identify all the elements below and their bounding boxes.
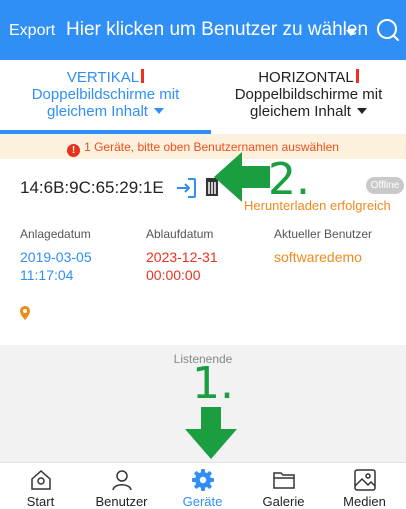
login-icon[interactable]	[174, 176, 198, 200]
tab-subtitle: Doppelbildschirme mit	[234, 86, 383, 103]
device-card[interactable]: 14:6B:9C:65:29:1E Offline Herunterladen …	[0, 159, 406, 345]
location-pin-icon[interactable]	[20, 306, 30, 320]
created-date-value: 2019-03-05 11:17:04	[20, 248, 92, 284]
gear-icon	[192, 469, 214, 491]
user-text: softwaredemo	[274, 249, 362, 265]
status-badge: Offline	[366, 177, 404, 194]
tab-title: VERTIKAL	[66, 69, 140, 86]
tab-horizontal[interactable]: HORIZONTAL Doppelbildschirme mit gleiche…	[211, 60, 406, 134]
nav-label: Geräte	[182, 494, 223, 509]
red-marker	[141, 69, 145, 83]
red-marker	[355, 69, 359, 83]
tab-vertical[interactable]: VERTIKAL Doppelbildschirme mit gleichem …	[0, 60, 211, 134]
arrow-left-icon	[214, 152, 270, 202]
expiry-date-label: Ablaufdatum	[146, 227, 214, 241]
tab-title: HORIZONTAL	[258, 69, 354, 86]
nav-label: Benutzer	[95, 494, 148, 509]
nav-start[interactable]: Start	[0, 463, 81, 509]
chevron-down-icon[interactable]	[346, 30, 356, 36]
time-text: 00:00:00	[146, 267, 201, 283]
tab-subtitle: gleichem Inhalt	[47, 103, 148, 120]
nav-benutzer[interactable]: Benutzer	[81, 463, 162, 509]
tab-subtitle: Doppelbildschirme mit	[31, 86, 180, 103]
nav-label: Galerie	[262, 494, 305, 509]
user-select-dropdown[interactable]: Hier klicken um Benutzer zu wählen	[66, 19, 368, 41]
image-icon	[354, 469, 376, 491]
nav-medien[interactable]: Medien	[324, 463, 405, 509]
nav-geraete[interactable]: Geräte	[162, 463, 243, 509]
search-icon[interactable]	[374, 16, 402, 44]
user-icon	[112, 470, 132, 491]
tab-subtitle: gleichem Inhalt	[250, 103, 351, 120]
time-text: 11:17:04	[20, 267, 74, 283]
active-tab-indicator	[0, 130, 211, 134]
expiry-date-value: 2023-12-31 00:00:00	[146, 248, 218, 284]
export-button[interactable]: Export	[9, 22, 55, 40]
arrow-down-icon	[185, 407, 237, 459]
annotation-step-2: 2.	[268, 154, 310, 205]
folder-icon	[273, 472, 295, 489]
chevron-down-icon	[153, 108, 164, 114]
date-text: 2023-12-31	[146, 249, 218, 265]
warning-banner: ! 1 Geräte, bitte oben Benutzernamen ausw…	[0, 135, 406, 159]
created-date-label: Anlagedatum	[20, 227, 91, 241]
nav-label: Medien	[343, 494, 386, 509]
home-icon	[31, 469, 51, 490]
chevron-down-icon	[356, 108, 367, 114]
warning-text: 1 Geräte, bitte oben Benutzernamen auswä…	[84, 140, 339, 154]
alert-icon: !	[67, 144, 81, 157]
bottom-nav: Start Benutzer Geräte Galerie Medien	[0, 462, 406, 509]
nav-galerie[interactable]: Galerie	[243, 463, 324, 509]
date-text: 2019-03-05	[20, 249, 92, 265]
current-user-label: Aktueller Benutzer	[274, 227, 373, 241]
current-user-value: softwaredemo	[274, 248, 362, 266]
annotation-step-1: 1.	[192, 358, 234, 409]
layout-tabs: VERTIKAL Doppelbildschirme mit gleichem …	[0, 60, 406, 134]
device-mac: 14:6B:9C:65:29:1E	[20, 178, 164, 197]
top-bar: Export Hier klicken um Benutzer zu wähle…	[0, 0, 406, 60]
nav-label: Start	[26, 494, 55, 509]
